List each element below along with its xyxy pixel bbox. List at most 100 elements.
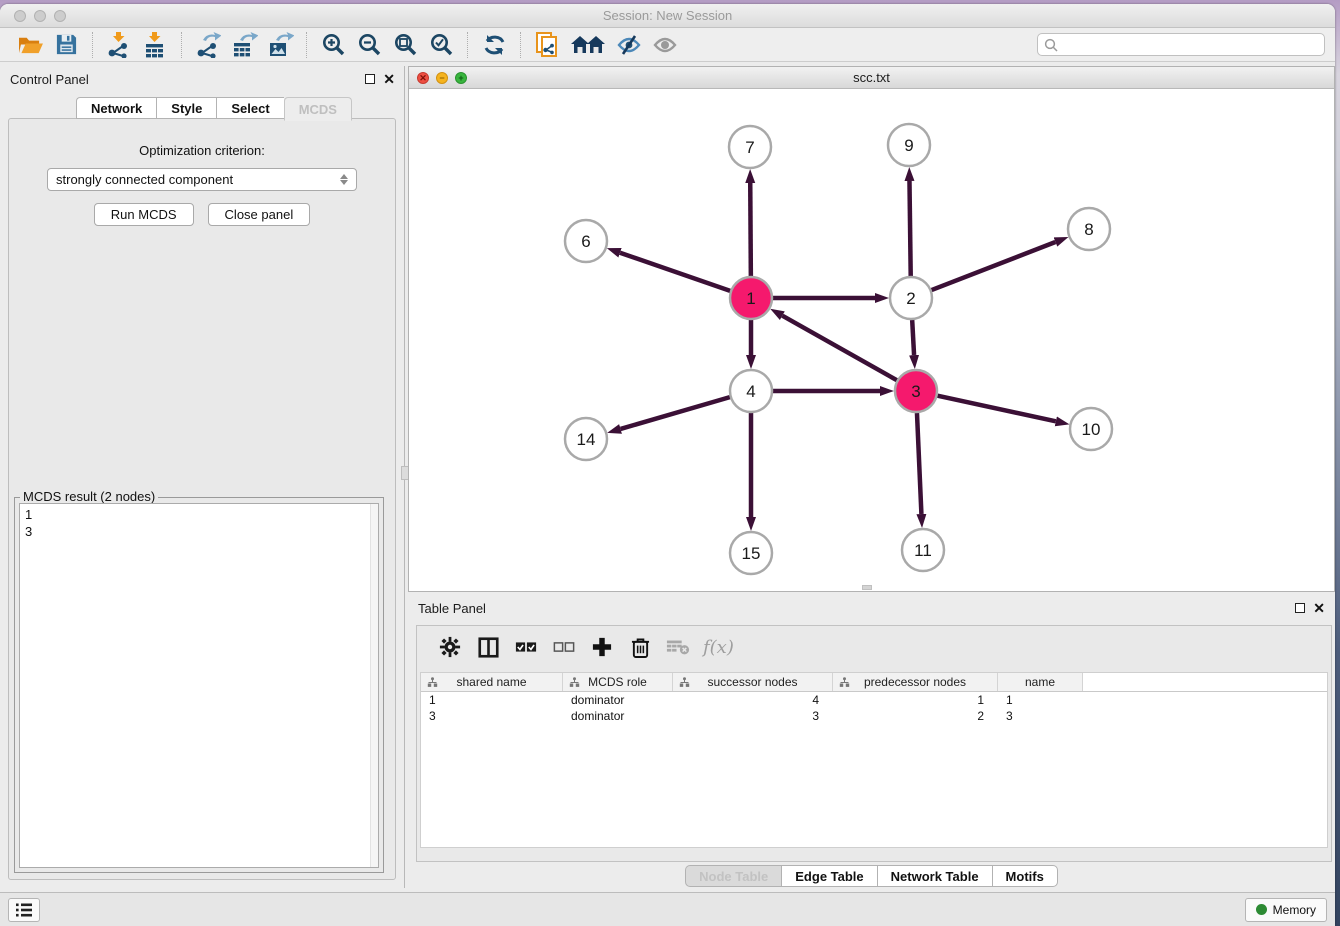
show-graphics-details-icon[interactable] (650, 31, 680, 59)
table-panel-title: Table Panel (418, 601, 486, 616)
table-settings-icon[interactable] (436, 633, 464, 661)
edge-1-6[interactable] (620, 253, 730, 291)
close-window-icon[interactable] (14, 10, 26, 22)
zoom-window-icon[interactable] (54, 10, 66, 22)
optimization-criterion-select[interactable]: strongly connected component (47, 168, 357, 191)
toggle-columns-icon[interactable] (474, 633, 502, 661)
graph-node-6[interactable]: 6 (565, 220, 607, 262)
export-table-icon[interactable] (229, 31, 259, 59)
tab-edge-table[interactable]: Edge Table (781, 865, 876, 887)
zoom-selected-icon[interactable] (426, 31, 456, 59)
hide-graphics-details-icon[interactable] (614, 31, 644, 59)
canvas-resize-grip[interactable] (862, 585, 872, 590)
network-close-icon[interactable]: ✕ (417, 72, 429, 84)
network-canvas[interactable]: 7 9 6 8 1 2 4 3 14 10 15 11 (409, 89, 1334, 591)
table-cell[interactable]: 1 (833, 692, 998, 708)
edge-1-7[interactable] (750, 183, 751, 276)
table-row[interactable]: 1dominator411 (421, 692, 1327, 708)
select-stepper-icon (340, 174, 348, 185)
column-header-shared-name[interactable]: shared name (421, 673, 563, 691)
table-cell[interactable]: 3 (421, 708, 563, 724)
task-history-button[interactable] (8, 898, 40, 922)
session-home-icon[interactable] (568, 31, 608, 59)
tab-select[interactable]: Select (216, 97, 283, 119)
memory-status-icon (1256, 904, 1267, 915)
tab-network-table[interactable]: Network Table (877, 865, 992, 887)
graph-node-11[interactable]: 11 (902, 529, 944, 571)
delete-row-icon[interactable] (626, 633, 654, 661)
tab-node-table[interactable]: Node Table (685, 865, 781, 887)
graph-node-7[interactable]: 7 (729, 126, 771, 168)
window-controls (14, 10, 66, 22)
table-panel: Table Panel ✕ (408, 595, 1335, 888)
import-network-icon[interactable] (104, 31, 134, 59)
column-header-MCDS-role[interactable]: MCDS role (563, 673, 673, 691)
graph-node-2[interactable]: 2 (890, 277, 932, 319)
graph-node-9[interactable]: 9 (888, 124, 930, 166)
mcds-result-text[interactable]: 1 3 (19, 503, 379, 868)
duplicate-network-icon[interactable] (532, 31, 562, 59)
optimization-criterion-label: Optimization criterion: (9, 143, 395, 158)
float-panel-icon[interactable] (365, 74, 375, 84)
memory-button[interactable]: Memory (1245, 898, 1327, 922)
table-panel-body: f(x) shared nameMCDS rolesuccessor nodes… (416, 625, 1332, 862)
search-input[interactable] (1058, 38, 1318, 52)
graph-node-1[interactable]: 1 (730, 277, 772, 319)
column-header-successor-nodes[interactable]: successor nodes (673, 673, 833, 691)
apply-layout-icon[interactable] (479, 31, 509, 59)
import-table-icon[interactable] (140, 31, 170, 59)
result-scrollbar[interactable] (370, 504, 378, 867)
add-row-icon[interactable] (588, 633, 616, 661)
table-panel-tabs: Node TableEdge TableNetwork TableMotifs (408, 865, 1335, 888)
table-row[interactable]: 3dominator323 (421, 708, 1327, 724)
edge-2-3[interactable] (912, 320, 914, 355)
tab-style[interactable]: Style (156, 97, 216, 119)
minimize-window-icon[interactable] (34, 10, 46, 22)
edge-2-9[interactable] (909, 181, 910, 276)
table-cell[interactable]: 2 (833, 708, 998, 724)
select-all-icon[interactable] (512, 633, 540, 661)
open-session-icon[interactable] (15, 31, 45, 59)
zoom-out-icon[interactable] (354, 31, 384, 59)
edge-3-10[interactable] (937, 396, 1055, 422)
graph-node-8[interactable]: 8 (1068, 208, 1110, 250)
graph-node-3[interactable]: 3 (895, 370, 937, 412)
table-cell[interactable]: dominator (563, 708, 673, 724)
save-session-icon[interactable] (51, 31, 81, 59)
close-table-panel-icon[interactable]: ✕ (1313, 603, 1325, 613)
graph-node-14[interactable]: 14 (565, 418, 607, 460)
table-cell[interactable]: 1 (421, 692, 563, 708)
table-cell[interactable]: 3 (998, 708, 1083, 724)
table-cell[interactable]: 3 (673, 708, 833, 724)
graph-node-10[interactable]: 10 (1070, 408, 1112, 450)
panel-splitter[interactable] (404, 66, 407, 888)
edge-3-1[interactable] (782, 316, 896, 381)
edge-3-11[interactable] (917, 413, 921, 514)
search-box[interactable] (1037, 33, 1325, 56)
column-header-name[interactable]: name (998, 673, 1083, 691)
deselect-all-icon[interactable] (550, 633, 578, 661)
graph-node-15[interactable]: 15 (730, 532, 772, 574)
tab-network[interactable]: Network (76, 97, 156, 119)
edge-4-14[interactable] (621, 397, 730, 429)
edge-2-8[interactable] (932, 242, 1056, 290)
table-cell[interactable]: 1 (998, 692, 1083, 708)
table-panel-header: Table Panel ✕ (408, 595, 1335, 621)
tab-mcds[interactable]: MCDS (284, 97, 352, 121)
network-zoom-icon[interactable]: + (455, 72, 467, 84)
table-cell[interactable]: 4 (673, 692, 833, 708)
network-graph[interactable]: 7 9 6 8 1 2 4 3 14 10 15 11 (409, 89, 1334, 591)
zoom-fit-icon[interactable] (390, 31, 420, 59)
float-table-panel-icon[interactable] (1295, 603, 1305, 613)
network-minimize-icon[interactable]: − (436, 72, 448, 84)
table-cell[interactable]: dominator (563, 692, 673, 708)
export-image-icon[interactable] (265, 31, 295, 59)
tab-motifs[interactable]: Motifs (992, 865, 1058, 887)
column-header-predecessor-nodes[interactable]: predecessor nodes (833, 673, 998, 691)
export-network-icon[interactable] (193, 31, 223, 59)
close-panel-button[interactable]: Close panel (208, 203, 311, 226)
run-mcds-button[interactable]: Run MCDS (94, 203, 194, 226)
zoom-in-icon[interactable] (318, 31, 348, 59)
graph-node-4[interactable]: 4 (730, 370, 772, 412)
close-panel-icon[interactable]: ✕ (383, 74, 395, 84)
